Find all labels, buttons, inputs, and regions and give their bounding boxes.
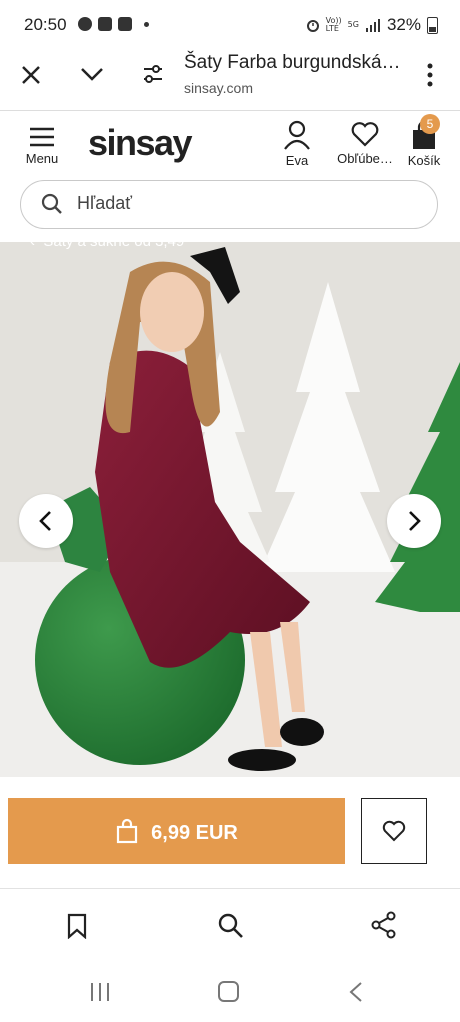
favorites-label: Obľúbe… xyxy=(337,151,393,166)
cart-button[interactable]: Košík 5 xyxy=(404,114,444,168)
network-indicator: 5G xyxy=(347,20,359,29)
browser-toolbar: Šaty Farba burgundská… sinsay.com xyxy=(0,50,460,111)
battery-icon xyxy=(427,16,438,34)
bookmark-icon[interactable] xyxy=(66,913,88,939)
next-image-button[interactable] xyxy=(387,494,441,548)
gallery-icon xyxy=(98,17,112,31)
previous-image-button[interactable] xyxy=(19,494,73,548)
page-url[interactable]: sinsay.com xyxy=(184,80,253,96)
status-time: 20:50 xyxy=(24,15,67,34)
menu-button[interactable]: Menu xyxy=(22,126,62,166)
lte-text: LTE xyxy=(325,24,339,33)
more-notifications-icon xyxy=(144,21,149,27)
recent-apps-icon[interactable] xyxy=(88,981,112,1003)
signal-icon xyxy=(365,19,380,32)
home-icon[interactable] xyxy=(217,980,241,1004)
shopping-bag-icon xyxy=(117,818,138,843)
browser-bottom-toolbar xyxy=(0,888,460,965)
breadcrumb[interactable]: ‹ Šaty a sukne od 3,49 xyxy=(30,242,184,250)
chevron-right-icon xyxy=(409,511,421,531)
alarm-icon xyxy=(306,20,319,32)
battery-percent: 32% xyxy=(386,15,421,34)
notification-icons xyxy=(78,17,149,31)
system-navigation-bar xyxy=(0,964,460,1022)
search-icon[interactable] xyxy=(218,913,244,939)
cart-count-badge: 5 xyxy=(420,114,440,134)
instagram-icon xyxy=(118,17,132,31)
back-icon[interactable] xyxy=(348,981,364,1003)
share-icon[interactable] xyxy=(371,911,397,939)
favorites-button[interactable]: Obľúbe… xyxy=(330,120,400,166)
heart-icon xyxy=(351,122,379,147)
price-label: 6,99 EUR xyxy=(151,821,238,844)
search-icon xyxy=(41,193,62,214)
volte-indicator: Vo)) LTE xyxy=(326,17,342,33)
status-bar: 20:50 Vo)) LTE 5G 32% xyxy=(0,0,460,50)
site-settings-icon[interactable] xyxy=(142,64,164,84)
search-input[interactable] xyxy=(75,192,379,215)
chevron-left-icon xyxy=(39,511,51,531)
add-to-cart-bar: 6,99 EUR xyxy=(0,777,460,887)
cart-label: Košík xyxy=(407,153,441,168)
account-label: Eva xyxy=(285,153,309,168)
account-button[interactable]: Eva xyxy=(280,120,314,168)
user-icon xyxy=(284,120,310,150)
search-bar[interactable] xyxy=(20,180,438,229)
chevron-down-icon[interactable] xyxy=(80,66,104,82)
more-options-icon[interactable] xyxy=(426,63,434,87)
add-to-cart-button[interactable]: 6,99 EUR xyxy=(8,798,345,864)
heart-icon xyxy=(382,820,406,842)
menu-label: Menu xyxy=(25,151,59,166)
close-icon[interactable] xyxy=(20,64,42,86)
product-image[interactable]: ‹ Šaty a sukne od 3,49 xyxy=(0,242,460,777)
sinsay-logo[interactable]: sinsay xyxy=(88,122,193,164)
facebook-icon xyxy=(78,17,92,31)
add-to-favorites-button[interactable] xyxy=(361,798,427,864)
status-right: Vo)) LTE 5G 32% xyxy=(306,15,438,35)
page-title: Šaty Farba burgundská… xyxy=(184,52,401,73)
breadcrumb-label: Šaty a sukne od 3,49 xyxy=(43,242,184,250)
hamburger-icon xyxy=(30,127,54,147)
